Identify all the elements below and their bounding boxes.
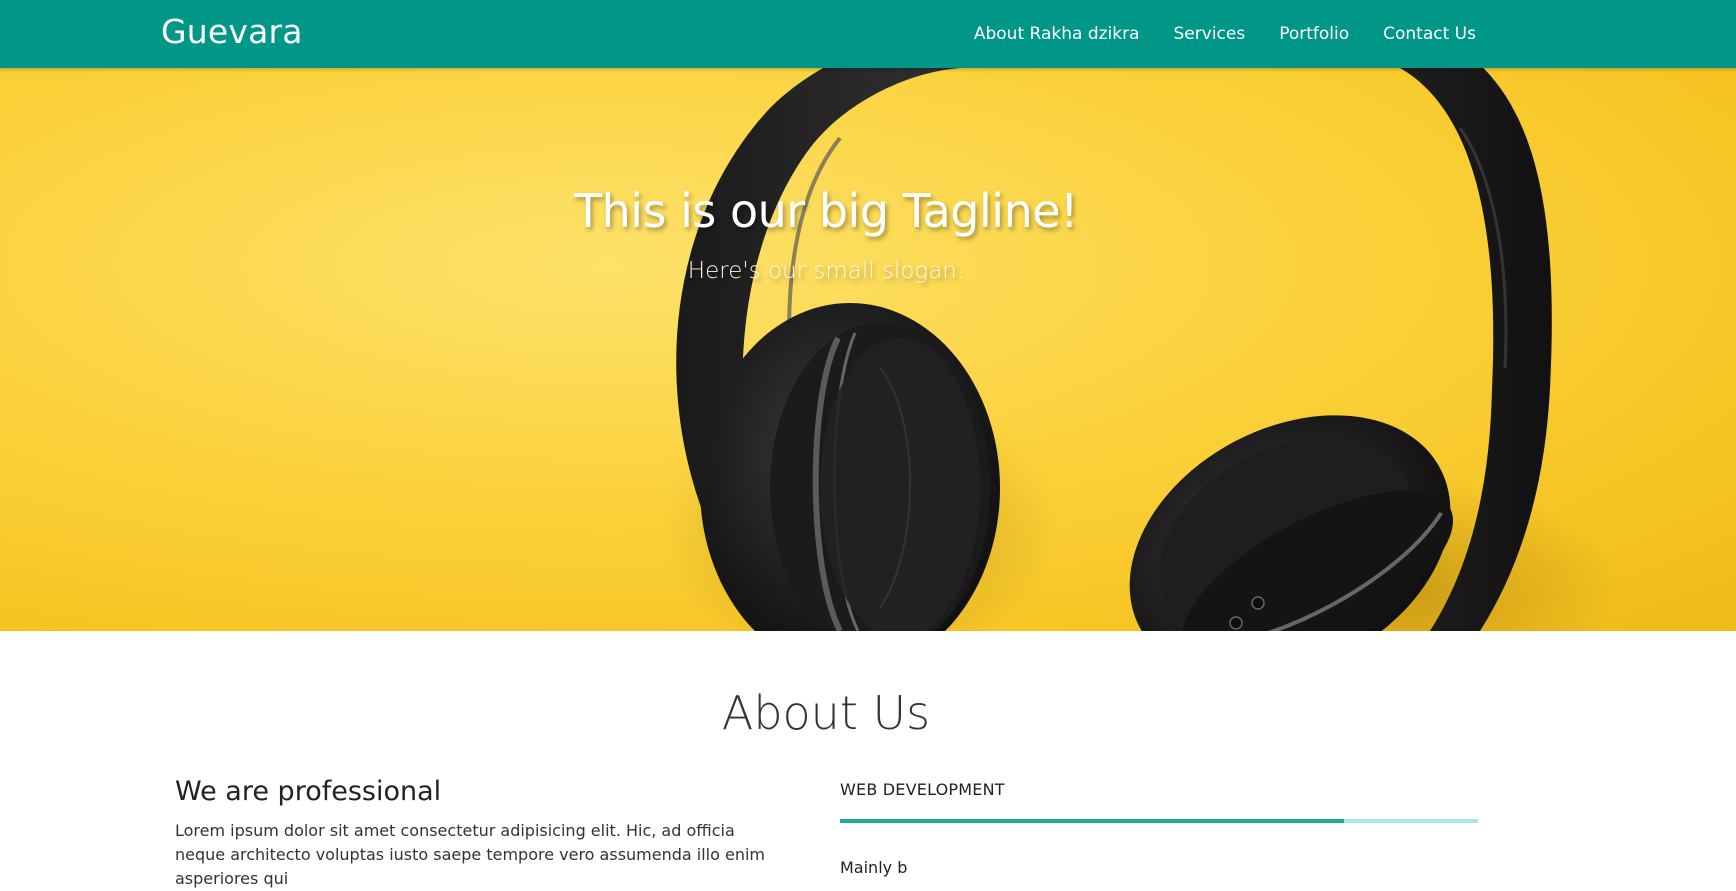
navbar: Guevara About Rakha dzikra Services Port… bbox=[0, 0, 1736, 68]
skill-label-secondary: Mainly b bbox=[840, 858, 908, 877]
nav-links: About Rakha dzikra Services Portfolio Co… bbox=[957, 0, 1476, 68]
hero-banner: This is our big Tagline! Here's our smal… bbox=[0, 68, 1736, 631]
nav-link-about[interactable]: About Rakha dzikra bbox=[957, 24, 1157, 44]
skill-progress-fill bbox=[840, 819, 1345, 823]
skills-panel: WEB DEVELOPMENT Mainly b bbox=[840, 780, 1478, 877]
nav-link-contact[interactable]: Contact Us bbox=[1366, 24, 1476, 44]
about-section-title: About Us bbox=[721, 686, 931, 740]
about-paragraph: Lorem ipsum dolor sit amet consectetur a… bbox=[175, 821, 766, 888]
skill-label-web-development: WEB DEVELOPMENT bbox=[840, 780, 1005, 799]
hero-slogan: Here's our small slogan. bbox=[687, 258, 965, 284]
skill-progress-track bbox=[840, 819, 1478, 823]
brand-logo-link[interactable]: Guevara bbox=[161, 12, 303, 51]
headphones-image bbox=[660, 68, 1620, 631]
nav-link-services[interactable]: Services bbox=[1157, 24, 1263, 44]
nav-link-portfolio[interactable]: Portfolio bbox=[1262, 24, 1366, 44]
hero-tagline: This is our big Tagline! bbox=[574, 184, 1078, 238]
about-subtitle: We are professional bbox=[175, 776, 442, 807]
hero-text: This is our big Tagline! Here's our smal… bbox=[0, 184, 1652, 284]
about-intro: We are professional Lorem ipsum dolor si… bbox=[175, 776, 775, 891]
